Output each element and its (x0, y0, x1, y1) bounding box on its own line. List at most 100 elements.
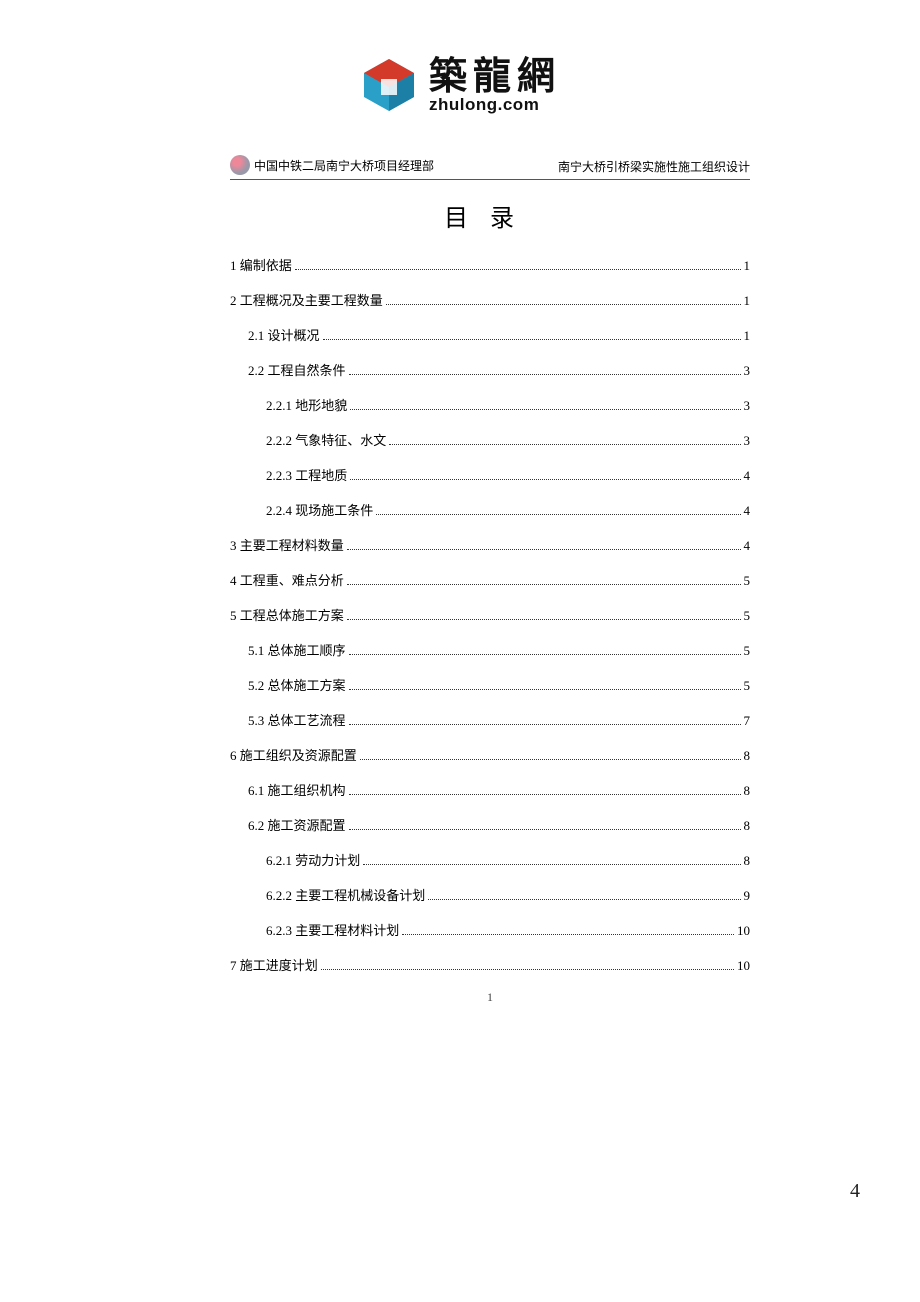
toc-entry-page: 1 (744, 293, 751, 309)
toc-entry-label: 7 施工进度计划 (230, 955, 318, 974)
toc-leader-dots (349, 679, 741, 690)
toc-row: 5.3 总体工艺流程 7 (230, 710, 750, 729)
toc-row: 2.2.4 现场施工条件 4 (230, 500, 750, 519)
toc-entry-label: 5.2 总体施工方案 (248, 675, 346, 694)
toc-entry-page: 3 (744, 398, 751, 414)
toc-entry-page: 5 (744, 573, 751, 589)
toc-entry-label: 6.2.3 主要工程材料计划 (266, 920, 399, 939)
toc-entry-page: 8 (744, 853, 751, 869)
toc-entry-label: 6.2 施工资源配置 (248, 815, 346, 834)
toc-entry-label: 6 施工组织及资源配置 (230, 745, 357, 764)
toc-entry-page: 5 (744, 678, 751, 694)
toc-leader-dots (350, 469, 740, 480)
toc-leader-dots (347, 539, 741, 550)
toc-row: 2.2.1 地形地貌 3 (230, 395, 750, 414)
toc-entry-page: 4 (744, 468, 751, 484)
toc-entry-page: 3 (744, 433, 751, 449)
toc-row: 6.2 施工资源配置 8 (230, 815, 750, 834)
toc-leader-dots (363, 854, 740, 865)
doc-title-right: 南宁大桥引桥梁实施性施工组织设计 (558, 158, 750, 175)
toc-leader-dots (349, 364, 741, 375)
toc-leader-dots (402, 924, 734, 935)
toc-entry-label: 2.1 设计概况 (248, 325, 320, 344)
site-logo: 築龍網 zhulong.com (359, 55, 561, 115)
toc-leader-dots (389, 434, 740, 445)
toc-row: 6.2.3 主要工程材料计划 10 (230, 920, 750, 939)
toc-entry-page: 1 (744, 328, 751, 344)
toc-row: 2 工程概况及主要工程数量 1 (230, 290, 750, 309)
toc-entry-page: 4 (744, 538, 751, 554)
toc-entry-page: 3 (744, 363, 751, 379)
toc-entry-page: 9 (744, 888, 751, 904)
toc-entry-label: 2.2.4 现场施工条件 (266, 500, 373, 519)
logo-text: 築龍網 zhulong.com (429, 58, 561, 113)
toc-row: 6.1 施工组织机构 8 (230, 780, 750, 799)
toc-row: 2.2 工程自然条件 3 (230, 360, 750, 379)
toc-leader-dots (347, 574, 741, 585)
toc-entry-label: 6.2.1 劳动力计划 (266, 850, 360, 869)
toc-title: 目录 (230, 198, 750, 233)
toc-leader-dots (349, 714, 741, 725)
toc-entry-label: 3 主要工程材料数量 (230, 535, 344, 554)
toc-entry-page: 7 (744, 713, 751, 729)
logo-mark-icon (359, 55, 419, 115)
outer-page-number: 4 (850, 1180, 860, 1203)
toc-entry-label: 5.1 总体施工顺序 (248, 640, 346, 659)
doc-header-left: 中国中铁二局南宁大桥项目经理部 (230, 155, 434, 175)
toc-leader-dots (360, 749, 741, 760)
toc-leader-dots (376, 504, 740, 515)
toc-list: 1 编制依据 1 2 工程概况及主要工程数量 1 2.1 设计概况 1 2.2 工程自然条件… (230, 255, 750, 974)
document-page: 中国中铁二局南宁大桥项目经理部 南宁大桥引桥梁实施性施工组织设计 目录 1 编制… (230, 155, 750, 1005)
toc-leader-dots (349, 784, 741, 795)
toc-row: 7 施工进度计划 10 (230, 955, 750, 974)
toc-row: 5.1 总体施工顺序 5 (230, 640, 750, 659)
logo-en: zhulong.com (429, 96, 561, 113)
toc-entry-page: 1 (744, 258, 751, 274)
toc-entry-page: 10 (737, 923, 750, 939)
logo-cn: 築龍網 (429, 58, 561, 96)
toc-leader-dots (321, 959, 734, 970)
toc-leader-dots (349, 819, 741, 830)
org-logo-icon (230, 155, 250, 175)
toc-entry-label: 5 工程总体施工方案 (230, 605, 344, 624)
toc-row: 2.2.2 气象特征、水文 3 (230, 430, 750, 449)
toc-entry-page: 8 (744, 748, 751, 764)
org-name: 中国中铁二局南宁大桥项目经理部 (254, 157, 434, 174)
toc-leader-dots (386, 294, 741, 305)
inner-page-number: 1 (230, 990, 750, 1005)
toc-entry-label: 6.1 施工组织机构 (248, 780, 346, 799)
site-header: 築龍網 zhulong.com (0, 0, 920, 135)
toc-row: 2.2.3 工程地质 4 (230, 465, 750, 484)
toc-entry-label: 2.2.3 工程地质 (266, 465, 347, 484)
toc-entry-label: 4 工程重、难点分析 (230, 570, 344, 589)
toc-row: 5.2 总体施工方案 5 (230, 675, 750, 694)
toc-row: 1 编制依据 1 (230, 255, 750, 274)
toc-entry-page: 8 (744, 783, 751, 799)
toc-row: 6.2.2 主要工程机械设备计划 9 (230, 885, 750, 904)
toc-leader-dots (428, 889, 740, 900)
toc-entry-page: 4 (744, 503, 751, 519)
toc-entry-label: 2.2.2 气象特征、水文 (266, 430, 386, 449)
toc-row: 3 主要工程材料数量 4 (230, 535, 750, 554)
toc-entry-page: 5 (744, 643, 751, 659)
toc-entry-page: 10 (737, 958, 750, 974)
toc-row: 6 施工组织及资源配置 8 (230, 745, 750, 764)
toc-row: 4 工程重、难点分析 5 (230, 570, 750, 589)
toc-entry-label: 2 工程概况及主要工程数量 (230, 290, 383, 309)
toc-entry-label: 6.2.2 主要工程机械设备计划 (266, 885, 425, 904)
toc-leader-dots (349, 644, 741, 655)
toc-leader-dots (323, 329, 741, 340)
toc-leader-dots (295, 259, 741, 270)
toc-entry-page: 5 (744, 608, 751, 624)
doc-header: 中国中铁二局南宁大桥项目经理部 南宁大桥引桥梁实施性施工组织设计 (230, 155, 750, 180)
toc-entry-label: 2.2 工程自然条件 (248, 360, 346, 379)
toc-row: 5 工程总体施工方案 5 (230, 605, 750, 624)
toc-row: 6.2.1 劳动力计划 8 (230, 850, 750, 869)
toc-entry-label: 1 编制依据 (230, 255, 292, 274)
toc-leader-dots (350, 399, 740, 410)
toc-entry-label: 2.2.1 地形地貌 (266, 395, 347, 414)
toc-entry-label: 5.3 总体工艺流程 (248, 710, 346, 729)
toc-leader-dots (347, 609, 741, 620)
toc-entry-page: 8 (744, 818, 751, 834)
toc-row: 2.1 设计概况 1 (230, 325, 750, 344)
